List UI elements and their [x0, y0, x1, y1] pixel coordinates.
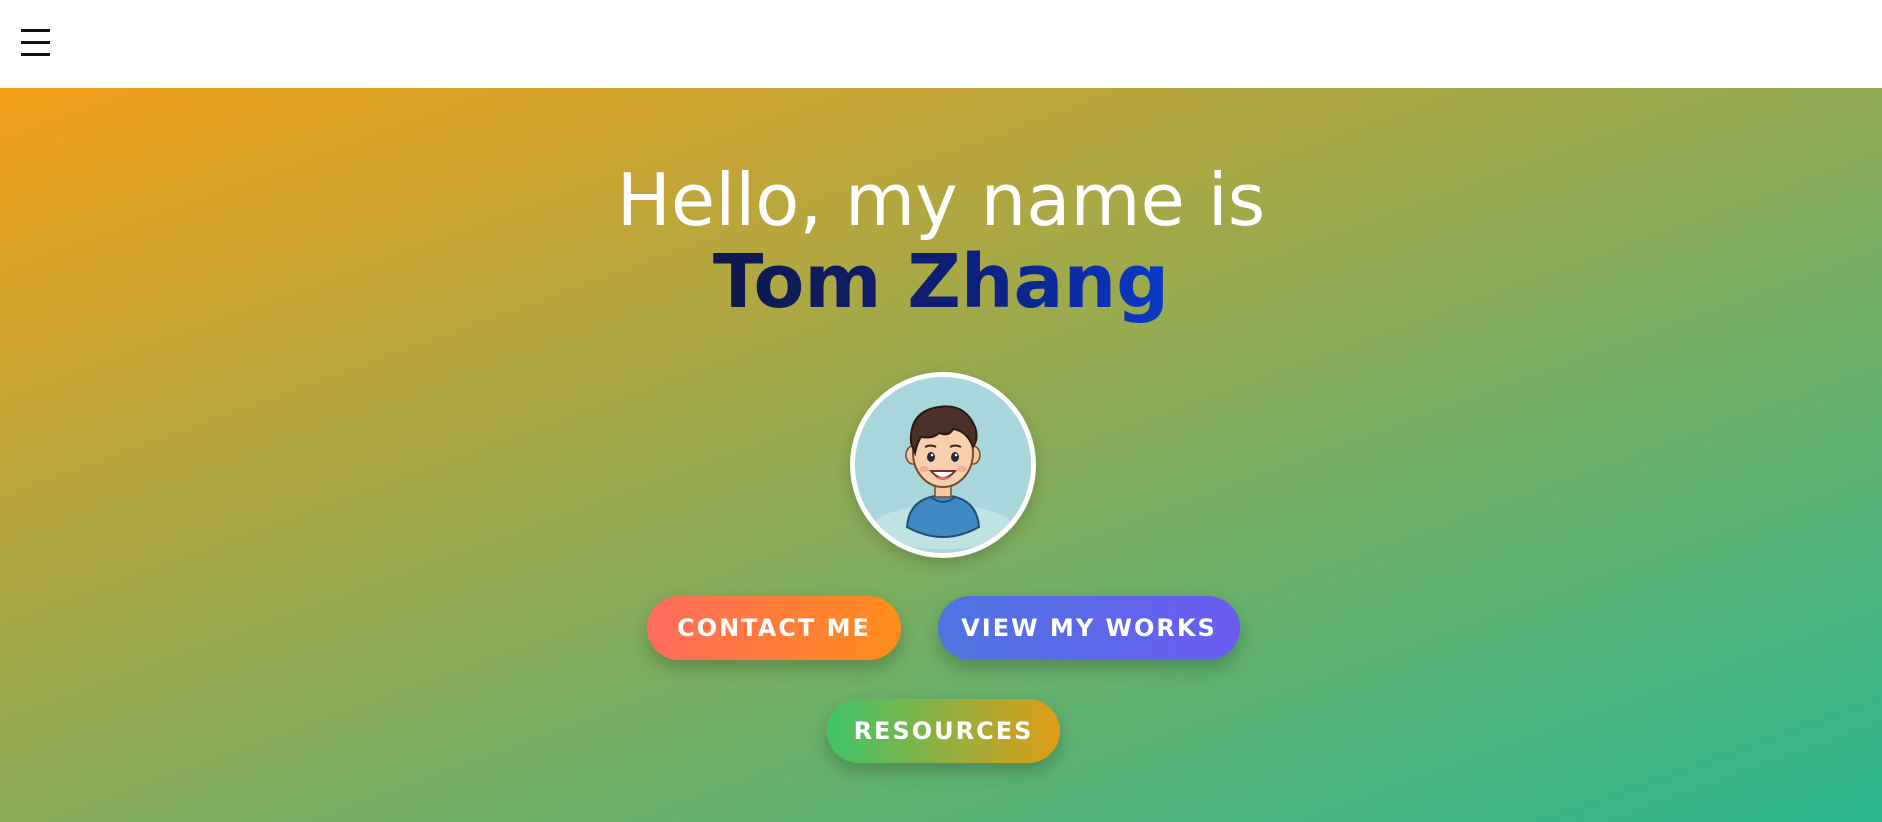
profile-avatar	[850, 372, 1036, 558]
contact-me-button[interactable]: CONTACT ME	[647, 596, 901, 660]
hero-name-text: Tom Zhang	[712, 239, 1170, 325]
hamburger-menu-icon[interactable]	[18, 26, 54, 60]
view-my-works-button[interactable]: VIEW MY WORKS	[938, 596, 1240, 660]
top-navbar	[0, 0, 1882, 88]
hero-name: Tom Zhang	[0, 240, 1882, 324]
resources-button[interactable]: RESOURCES	[827, 699, 1060, 763]
hero-section: Hello, my name is Tom Zhang CONTACT ME V…	[0, 88, 1882, 822]
cartoon-boy-avatar-icon	[855, 377, 1031, 553]
hero-greeting: Hello, my name is	[616, 158, 1266, 242]
